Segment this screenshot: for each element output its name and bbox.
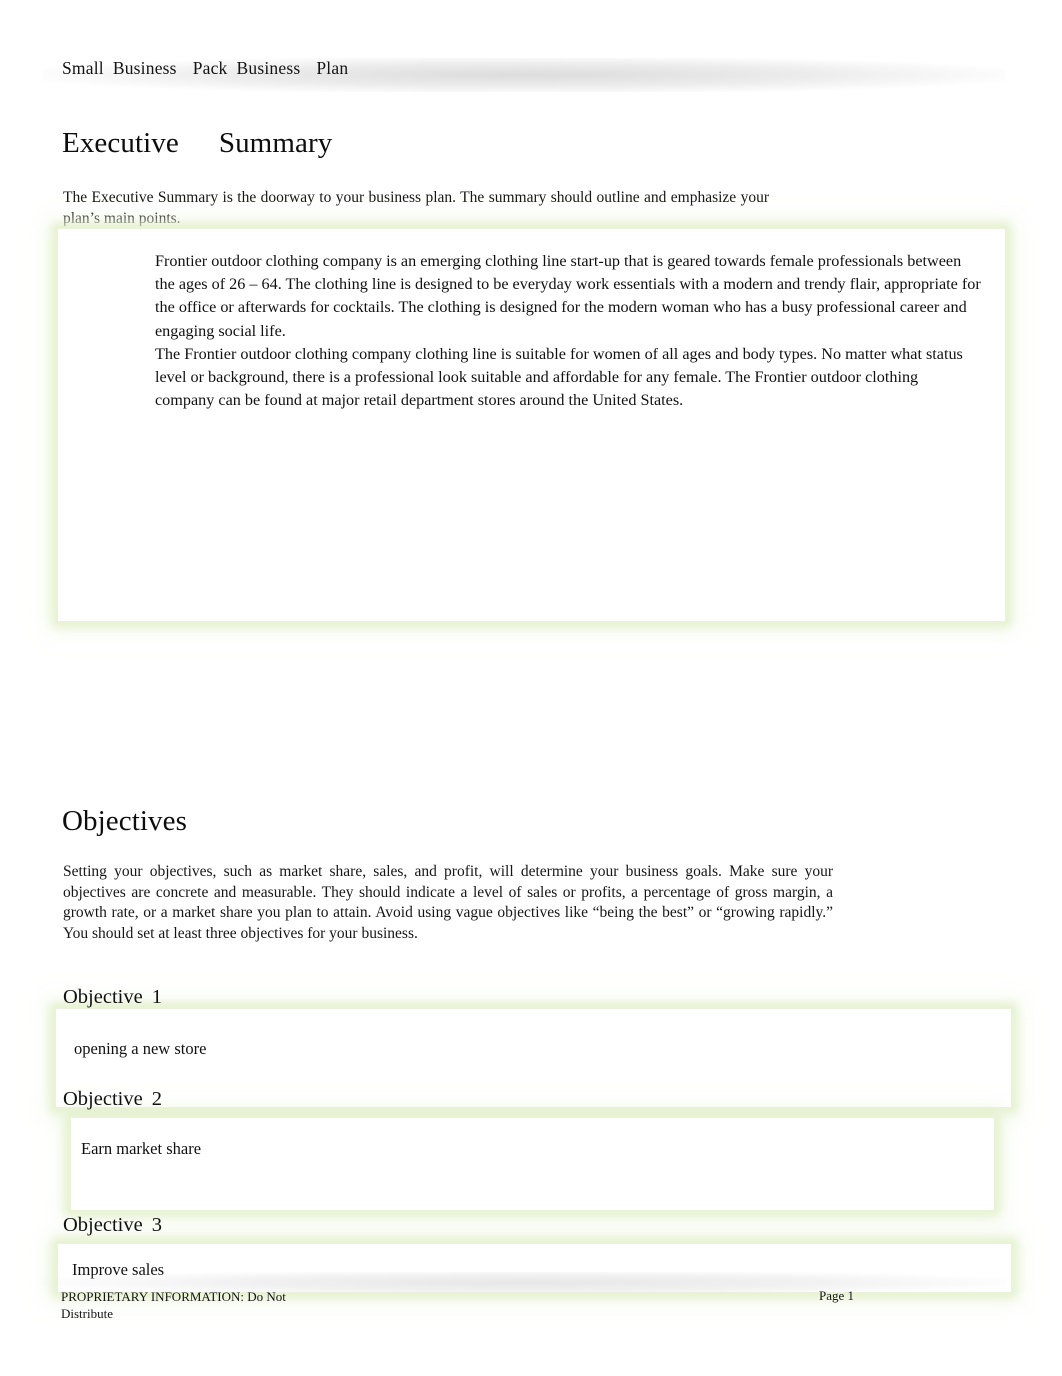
header-word-pack: Pack (192, 58, 228, 78)
executive-summary-answer-text: Frontier outdoor clothing company is an … (155, 250, 981, 412)
header-word-business-1: Business (112, 58, 177, 78)
footer-page-number: Page 1 (819, 1288, 855, 1303)
objective-3-label-number: 3 (151, 1214, 162, 1236)
objective-2-input-box[interactable] (70, 1117, 995, 1211)
executive-summary-instructions: The Executive Summary is the doorway to … (63, 189, 769, 227)
exec-title-word-1: Executive (62, 127, 179, 159)
objective-1-label: Objective 1 (63, 986, 162, 1009)
objective-1-label-text: Objective (63, 986, 143, 1008)
objective-2-label-text: Objective (63, 1088, 143, 1110)
document-page: Small Business Pack Business Plan Executive S… (0, 0, 1062, 1376)
header-word-plan: Plan (316, 58, 349, 78)
objective-3-label: Objective 3 (63, 1214, 162, 1237)
page-title-executive-summary: Executive Summary (62, 127, 332, 160)
objective-2-label-number: 2 (151, 1088, 162, 1110)
footer-proprietary-notice: PROPRIETARY INFORMATION: Do Not Distribu… (61, 1289, 286, 1321)
exec-title-word-2: Summary (218, 127, 333, 159)
objective-3-label-text: Objective (63, 1214, 143, 1236)
objective-1-label-number: 1 (151, 986, 162, 1008)
header-word-business-2: Business (236, 58, 301, 78)
objective-2-value: Earn market share (81, 1139, 202, 1158)
objective-2-label: Objective 2 (63, 1088, 162, 1111)
executive-summary-paragraph-2: The Frontier outdoor clothing company cl… (155, 344, 963, 410)
document-header-title: Small Business Pack Business Plan (62, 58, 348, 79)
objectives-instructions: Setting your objectives, such as market … (63, 863, 833, 942)
page-title-objectives: Objectives (62, 805, 188, 837)
objective-1-value: opening a new store (74, 1039, 207, 1058)
header-word-small: Small (62, 58, 104, 78)
executive-summary-paragraph-1: Frontier outdoor clothing company is an … (155, 252, 981, 340)
